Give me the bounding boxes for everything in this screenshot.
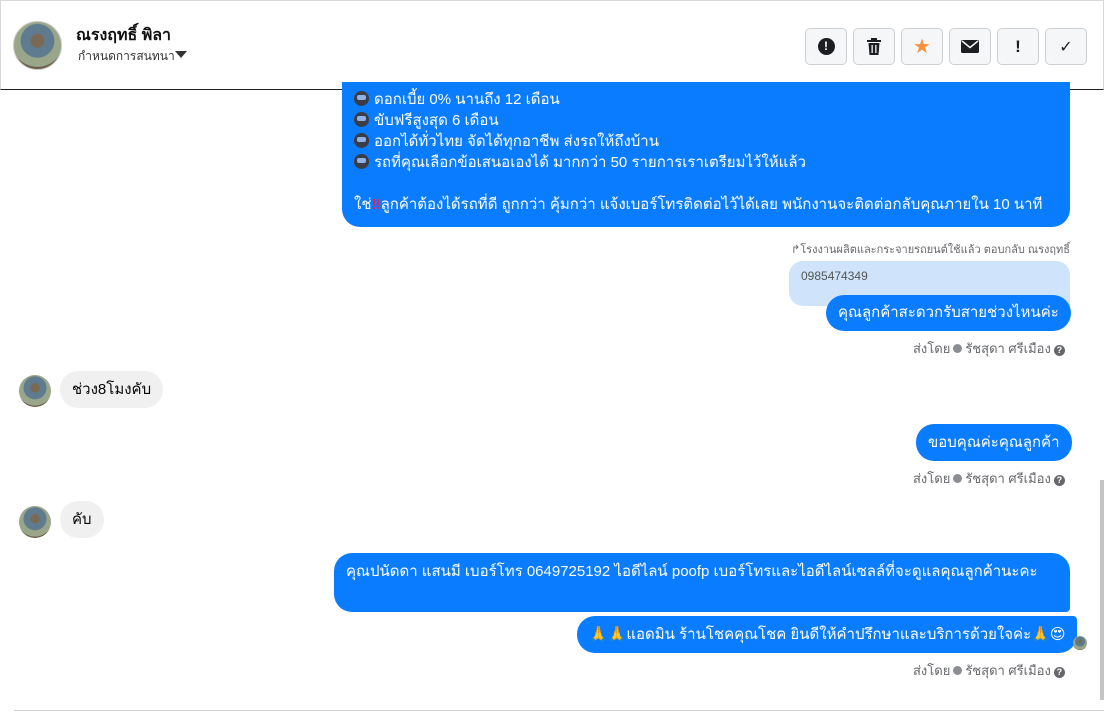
contact-name[interactable]: ณรงฤทธิ์ พิลา xyxy=(76,23,171,48)
folded-hands-icon: 🙏 xyxy=(607,626,627,643)
contact-avatar-small[interactable] xyxy=(19,375,51,407)
spam-label: ! xyxy=(1015,36,1021,56)
car-emoji-icon xyxy=(354,112,369,127)
heart-eyes-face-icon: 😍 xyxy=(1049,626,1066,643)
seen-avatar xyxy=(1073,636,1087,650)
verified-icon xyxy=(953,344,963,353)
contact-info-message[interactable]: คุณปนัดดา แสนมี เบอร์โทร 0649725192 ไอดี… xyxy=(334,553,1070,612)
schedule-conversation-link[interactable]: กำหนดการสนทนา xyxy=(78,47,175,66)
scrollbar[interactable] xyxy=(1100,480,1104,700)
trash-icon xyxy=(867,38,881,55)
promo-cta: ใช่‼ลูกค้าต้องได้รถที่ดี ถูกกว่า คุ้มกว่… xyxy=(354,196,1043,213)
check-icon: ✓ xyxy=(1059,38,1073,56)
contact-avatar-small[interactable] xyxy=(19,506,51,538)
conversation-header: ณรงฤทธิ์ พิลา กำหนดการสนทนา ! ★ ! ✓ xyxy=(0,0,1104,90)
ask-time-message[interactable]: คุณลูกค้าสะดวกรับสายช่วงไหนค่ะ xyxy=(826,295,1071,331)
chevron-down-icon[interactable] xyxy=(175,51,187,58)
promo-line: ดอกเบี้ย 0% นานถึง 12 เดือน xyxy=(354,89,1058,110)
promo-message[interactable]: ดอกเบี้ย 0% นานถึง 12 เดือน ขับฟรีสูงสุด… xyxy=(342,82,1070,227)
car-emoji-icon xyxy=(354,133,369,148)
mark-unread-button[interactable] xyxy=(949,28,991,65)
car-emoji-icon xyxy=(354,91,369,106)
promo-line: รถที่คุณเลือกข้อเสนอเองได้ มากกว่า 50 รา… xyxy=(354,152,1058,173)
delete-button[interactable] xyxy=(853,28,895,65)
sent-by-info: ส่งโดย รัชสุดา ศรีเมือง? xyxy=(913,468,1065,489)
report-button[interactable]: ! xyxy=(805,28,847,65)
folded-hands-icon: 🙏 xyxy=(589,626,608,643)
sent-by-info: ส่งโดย รัชสุดา ศรีเมือง? xyxy=(913,660,1065,681)
customer-message[interactable]: คับ xyxy=(60,501,104,538)
reply-arrow-icon: ↱ xyxy=(791,244,801,256)
alert-circle-icon: ! xyxy=(817,38,835,55)
customer-message[interactable]: ช่วง8โมงคับ xyxy=(60,371,164,408)
verified-icon xyxy=(953,474,963,483)
sent-by-info: ส่งโดย รัชสุดา ศรีเมือง? xyxy=(913,338,1065,359)
double-exclamation-icon: ‼ xyxy=(371,196,381,213)
promo-line: ขับฟรีสูงสุด 6 เดือน xyxy=(354,110,1058,131)
star-icon: ★ xyxy=(913,35,931,58)
verified-icon xyxy=(953,666,963,675)
mail-icon xyxy=(961,40,979,53)
admin-signoff-message[interactable]: 🙏🙏แอดมิน ร้านโชคคุณโชค ยินดีให้คำปรึกษาแ… xyxy=(577,616,1078,653)
star-button[interactable]: ★ xyxy=(901,28,943,65)
thanks-message[interactable]: ขอบคุณค่ะคุณลูกค้า xyxy=(916,424,1072,461)
folded-hands-icon: 🙏 xyxy=(1031,626,1050,643)
help-icon[interactable]: ? xyxy=(1053,667,1065,678)
spam-button[interactable]: ! xyxy=(997,28,1039,65)
promo-line: ออกได้ทั่วไทย จัดได้ทุกอาชีพ ส่งรถให้ถึง… xyxy=(354,131,1058,152)
car-emoji-icon xyxy=(354,154,369,169)
contact-avatar[interactable] xyxy=(13,21,62,70)
help-icon[interactable]: ? xyxy=(1053,345,1065,356)
mark-done-button[interactable]: ✓ xyxy=(1045,28,1087,65)
help-icon[interactable]: ? xyxy=(1053,475,1065,486)
composer-top-border xyxy=(14,710,1104,711)
reply-note: ↱โรงงานผลิตและกระจายรถยนต์ใช้แล้ว ตอบกลั… xyxy=(791,244,1070,256)
